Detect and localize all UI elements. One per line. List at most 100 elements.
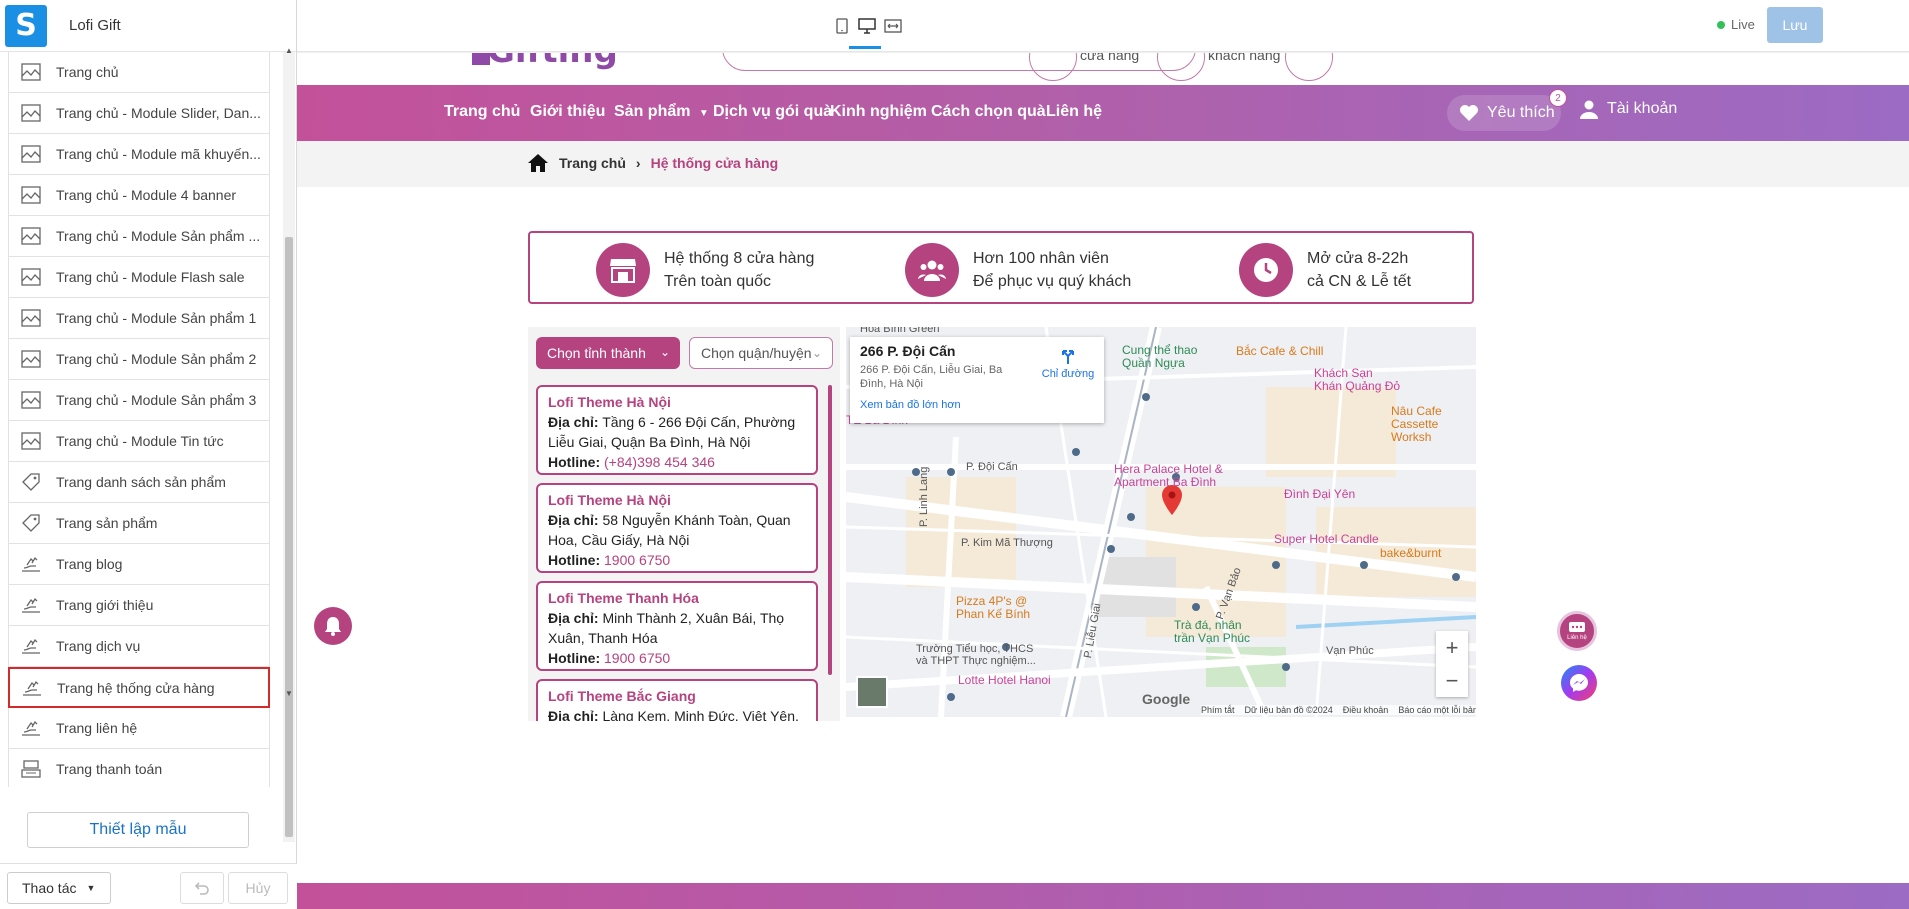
editor-topbar: Live Lưu — [297, 0, 1909, 52]
page-template-item[interactable]: Trang chủ - Module Slider, Dan... — [8, 93, 270, 134]
store-card[interactable]: Lofi Theme Hà Nội Địa chỉ: 58 Nguyễn Khán… — [536, 483, 818, 573]
store-card[interactable]: Lofi Theme Hà Nội Địa chỉ: Tầng 6 - 266 Đ… — [536, 385, 818, 475]
map-poi[interactable]: Hera Palace Hotel & Apartment Ba Đình — [1114, 463, 1244, 489]
header-link-customers[interactable]: khách hàng — [1208, 53, 1280, 63]
nav-contact[interactable]: Liên hệ — [1046, 103, 1102, 121]
save-button[interactable]: Lưu — [1767, 7, 1823, 43]
page-template-item[interactable]: Trang danh sách sản phẩm — [8, 462, 270, 503]
map-poi[interactable]: Bắc Cafe & Chill — [1236, 344, 1323, 358]
caret-down-icon: ▼ — [86, 883, 96, 893]
page-preview: Gifting cửa hàng khách hàng Trang chủ Gi… — [297, 53, 1909, 909]
page-template-label: Trang chủ - Module Flash sale — [56, 269, 245, 285]
account-link[interactable]: Tài khoản — [1579, 99, 1677, 119]
page-template-item[interactable]: Trang chủ - Module Sản phẩm 1 — [8, 298, 270, 339]
action-dropdown[interactable]: Thao tác ▼ — [7, 872, 111, 904]
map-poi[interactable]: Cung thể thao Quần Ngựa — [1122, 344, 1222, 370]
setup-template-button[interactable]: Thiết lập mẫu — [27, 812, 249, 848]
live-dot-icon — [1717, 20, 1725, 29]
customer-circle-icon[interactable] — [1157, 53, 1205, 81]
hotline-value[interactable]: (+84)398 454 346 — [604, 454, 715, 470]
map-place-card: 266 P. Đội Cấn 266 P. Đội Cấn, Liễu Giai… — [850, 337, 1104, 423]
nav-gift-guide[interactable]: Cách chọn quà — [931, 103, 1046, 121]
city-select[interactable]: Chọn tỉnh thành ⌄ — [536, 337, 680, 369]
map-poi[interactable]: Trà đá, nhân trần Vạn Phúc — [1174, 619, 1264, 645]
page-template-item[interactable]: Trang chủ - Module Tin tức — [8, 421, 270, 462]
scroll-up-icon[interactable]: ▲ — [285, 46, 293, 55]
map-directions-button[interactable]: Chỉ đường — [1040, 347, 1096, 380]
map-poi[interactable]: Khách Sạn Khán Quảng Đỏ — [1314, 367, 1404, 393]
page-template-item[interactable]: Trang chủ - Module Flash sale — [8, 257, 270, 298]
desktop-view-icon[interactable] — [849, 14, 881, 49]
city-select-label: Chọn tỉnh thành — [547, 345, 646, 361]
nav-products[interactable]: Sản phẩm ▼ — [614, 103, 709, 121]
breadcrumb-home[interactable]: Trang chủ — [559, 155, 626, 171]
notification-bell-button[interactable] — [314, 607, 352, 645]
map-poi[interactable]: Trường Tiểu học, THCS và THPT Thực nghiệ… — [916, 643, 1046, 667]
nav-gift-wrap[interactable]: Dịch vụ gói quà — [713, 103, 832, 121]
site-header: Gifting cửa hàng khách hàng — [297, 53, 1909, 85]
map-terms[interactable]: Điều khoản — [1343, 705, 1389, 715]
page-template-item[interactable]: Trang chủ - Module Sản phẩm 2 — [8, 339, 270, 380]
tag-icon — [18, 514, 44, 532]
page-template-item[interactable]: Trang chủ - Module Sản phẩm 3 — [8, 380, 270, 421]
header-link-stores[interactable]: cửa hàng — [1080, 53, 1139, 63]
nav-home[interactable]: Trang chủ — [444, 103, 520, 121]
page-template-label: Trang chủ - Module Sản phẩm 1 — [56, 310, 257, 326]
scrollbar-thumb[interactable] — [285, 237, 293, 837]
page-template-item[interactable]: Trang blog — [8, 544, 270, 585]
page-template-label: Trang hệ thống cửa hàng — [57, 679, 215, 696]
page-template-item[interactable]: Trang hệ thống cửa hàng — [8, 667, 270, 708]
map-poi[interactable]: Pizza 4P's @ Phan Kế Bính — [956, 595, 1036, 621]
favorites-button[interactable]: Yêu thích 2 — [1447, 89, 1567, 131]
page-template-item[interactable]: Trang liên hệ — [8, 708, 270, 749]
map-poi[interactable]: Lotte Hotel Hanoi — [958, 673, 1051, 687]
page-template-item[interactable]: Trang chủ — [8, 52, 270, 93]
app-logo[interactable]: S — [5, 4, 47, 47]
home-icon[interactable] — [527, 153, 549, 173]
map-poi[interactable]: Hoà Bình Green — [860, 327, 940, 335]
sidebar-scrollbar[interactable]: ▲ ▼ — [283, 46, 295, 842]
store-card[interactable]: Lofi Theme Thanh Hóa Địa chỉ: Minh Thành … — [536, 581, 818, 671]
site-logo[interactable]: Gifting — [487, 53, 618, 71]
undo-button[interactable] — [180, 872, 224, 904]
highlight-stores-line2: Trên toàn quốc — [664, 273, 772, 290]
map-larger-link[interactable]: Xem bản đồ lớn hơn — [860, 399, 1094, 411]
mobile-view-icon[interactable] — [830, 14, 854, 38]
zoom-out-button[interactable]: − — [1436, 664, 1468, 697]
page-template-item[interactable]: Trang thanh toán — [8, 749, 270, 787]
page-template-item[interactable]: Trang dịch vụ — [8, 626, 270, 667]
fullwidth-view-icon[interactable] — [881, 14, 905, 38]
sidebar-footer: Thao tác ▼ Hủy — [0, 863, 297, 909]
map-satellite-toggle[interactable] — [856, 676, 888, 708]
cart-circle-icon[interactable] — [1285, 53, 1333, 81]
district-select[interactable]: Chọn quận/huyện ⌄ — [689, 337, 833, 369]
cancel-button[interactable]: Hủy — [228, 872, 288, 904]
contact-chat-button[interactable]: Liên hệ — [1557, 611, 1597, 651]
store-list-scrollbar[interactable] — [828, 385, 832, 675]
page-template-item[interactable]: Trang giới thiệu — [8, 585, 270, 626]
scroll-down-icon[interactable]: ▼ — [285, 689, 293, 698]
map-report[interactable]: Báo cáo một lỗi bản đồ — [1398, 705, 1476, 715]
map-poi[interactable]: Đình Đại Yên — [1284, 487, 1355, 501]
nav-about[interactable]: Giới thiệu — [530, 103, 605, 121]
map-shortcuts[interactable]: Phím tắt — [1201, 705, 1235, 715]
caret-down-icon: ▼ — [698, 108, 709, 119]
map-poi[interactable]: Nâu Cafe Cassette Worksh — [1391, 405, 1476, 444]
undo-icon — [194, 882, 209, 895]
messenger-button[interactable] — [1561, 665, 1597, 701]
page-template-item[interactable]: Trang chủ - Module Sản phẩm ... — [8, 216, 270, 257]
page-template-item[interactable]: Trang chủ - Module mã khuyến... — [8, 134, 270, 175]
page-template-item[interactable]: Trang sản phẩm — [8, 503, 270, 544]
zoom-in-button[interactable]: + — [1436, 631, 1468, 664]
map-poi[interactable]: bake&burnt — [1380, 546, 1441, 560]
page-template-item[interactable]: Trang chủ - Module 4 banner — [8, 175, 270, 216]
page-template-label: Trang chủ - Module Sản phẩm 3 — [56, 392, 257, 408]
map-poi[interactable]: Super Hotel Candle — [1274, 532, 1379, 546]
hotline-value[interactable]: 1900 6750 — [604, 650, 670, 666]
store-circle-icon[interactable] — [1029, 53, 1077, 81]
store-map[interactable]: Cung thể thao Quần Ngựa Bắc Cafe & Chill… — [846, 327, 1476, 717]
nav-experience[interactable]: Kinh nghiệm — [830, 103, 927, 121]
store-card[interactable]: Lofi Theme Bắc Giang Địa chỉ: Làng Kem, M… — [536, 679, 818, 721]
page-template-label: Trang chủ — [56, 64, 119, 80]
hotline-value[interactable]: 1900 6750 — [604, 552, 670, 568]
